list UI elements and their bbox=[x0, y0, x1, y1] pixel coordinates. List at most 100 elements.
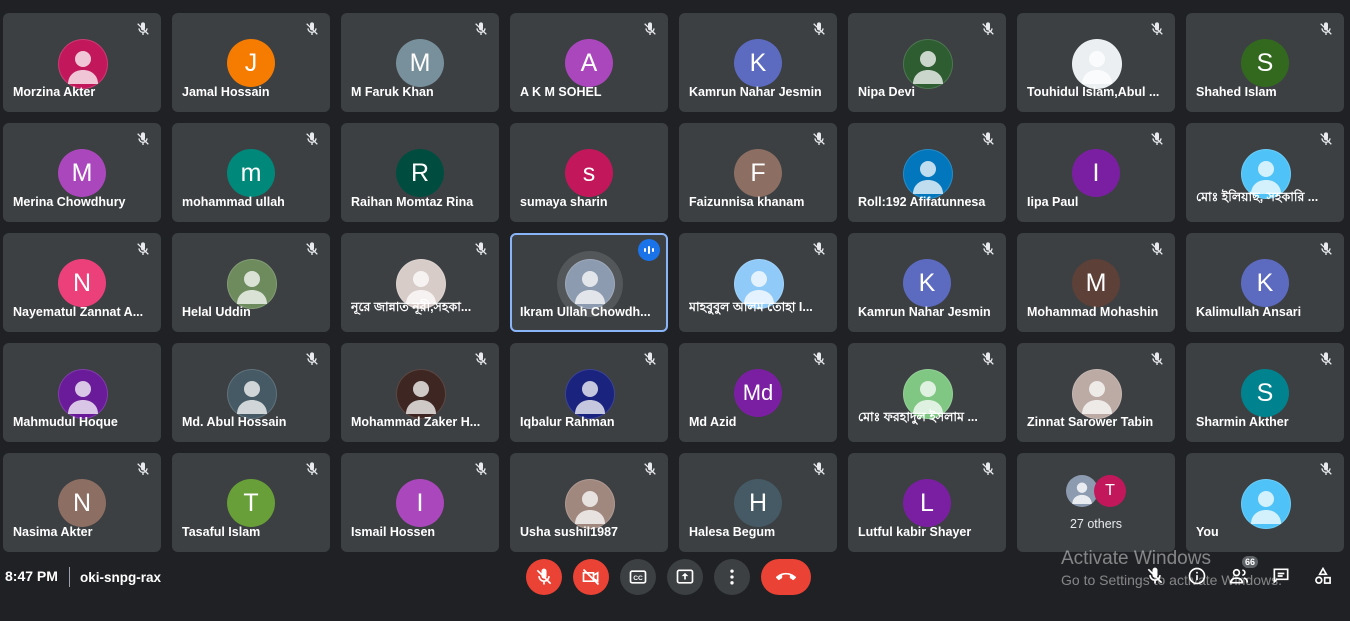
participant-tile[interactable]: S Sharmin Akther bbox=[1186, 343, 1344, 442]
participant-tile[interactable]: Usha sushil1987 bbox=[510, 453, 668, 552]
participant-tile[interactable]: s sumaya sharin bbox=[510, 123, 668, 222]
mic-off-icon bbox=[809, 239, 829, 259]
participant-name: Kamrun Nahar Jesmin bbox=[858, 305, 991, 319]
mic-off-icon bbox=[640, 349, 660, 369]
avatar: L bbox=[903, 479, 951, 527]
mic-off-icon bbox=[1316, 19, 1336, 39]
participant-tile[interactable]: H Halesa Begum bbox=[679, 453, 837, 552]
participant-tile[interactable]: MM Faruk Khan bbox=[341, 13, 499, 112]
avatar: K bbox=[903, 259, 951, 307]
participant-tile[interactable]: L Lutful kabir Shayer bbox=[848, 453, 1006, 552]
participant-tile[interactable]: মোঃ ইলিয়াছ, সহকারি ... bbox=[1186, 123, 1344, 222]
participant-name: Md Azid bbox=[689, 415, 737, 429]
participant-tile[interactable]: N Nasima Akter bbox=[3, 453, 161, 552]
participant-tile[interactable]: Mahmudul Hoque bbox=[3, 343, 161, 442]
participant-tile[interactable]: K Kamrun Nahar Jesmin bbox=[679, 13, 837, 112]
avatar: S bbox=[1241, 39, 1289, 87]
audio-muted-indicator[interactable] bbox=[1144, 565, 1166, 587]
participant-name: A K M SOHEL bbox=[520, 85, 602, 99]
participant-tile[interactable]: Morzina Akter bbox=[3, 13, 161, 112]
others-tile[interactable]: T 27 others bbox=[1017, 453, 1175, 552]
more-options-button[interactable] bbox=[714, 559, 750, 595]
participant-tile[interactable]: Touhidul Islam,Abul ... bbox=[1017, 13, 1175, 112]
participant-name: Kalimullah Ansari bbox=[1196, 305, 1302, 319]
avatar: s bbox=[565, 149, 613, 197]
participant-tile[interactable]: T Tasaful Islam bbox=[172, 453, 330, 552]
camera-off-icon bbox=[582, 568, 600, 586]
avatar: R bbox=[396, 149, 444, 197]
participant-name: Kamrun Nahar Jesmin bbox=[689, 85, 822, 99]
participant-name: মোঃ ফরহাদুল ইসলাম ... bbox=[858, 410, 978, 424]
leave-call-button[interactable] bbox=[761, 559, 811, 595]
meeting-details-button[interactable] bbox=[1186, 565, 1208, 587]
mic-off-icon bbox=[640, 19, 660, 39]
participant-tile[interactable]: নূরে জান্নাত নূরী,সহকা... bbox=[341, 233, 499, 332]
participant-tile[interactable]: মাহবুবুল আলম তোহা I... bbox=[679, 233, 837, 332]
participant-tile[interactable]: Roll:192 Afifatunnesa bbox=[848, 123, 1006, 222]
participant-tile[interactable]: S Shahed Islam bbox=[1186, 13, 1344, 112]
microphone-toggle-button[interactable] bbox=[526, 559, 562, 595]
mic-off-icon bbox=[302, 19, 322, 39]
participant-name: Tasaful Islam bbox=[182, 525, 261, 539]
participant-tile[interactable]: Ikram Ullah Chowdh... bbox=[510, 233, 668, 332]
camera-toggle-button[interactable] bbox=[573, 559, 609, 595]
participant-tile[interactable]: AA K M SOHEL bbox=[510, 13, 668, 112]
participant-name: Ismail Hossen bbox=[351, 525, 436, 539]
participant-name: Sharmin Akther bbox=[1196, 415, 1289, 429]
participant-name: sumaya sharin bbox=[520, 195, 608, 209]
participant-tile[interactable]: M Merina Chowdhury bbox=[3, 123, 161, 222]
side-panel-controls: 66 bbox=[1144, 556, 1334, 587]
participant-tile[interactable]: K Kamrun Nahar Jesmin bbox=[848, 233, 1006, 332]
avatar: A bbox=[565, 39, 613, 87]
captions-button[interactable]: CC bbox=[620, 559, 656, 595]
participant-tile[interactable]: J Jamal Hossain bbox=[172, 13, 330, 112]
mic-off-icon bbox=[302, 459, 322, 479]
participant-tile[interactable]: R Raihan Momtaz Rina bbox=[341, 123, 499, 222]
participant-tile[interactable]: Iqbalur Rahman bbox=[510, 343, 668, 442]
participant-name: Md. Abul Hossain bbox=[182, 415, 287, 429]
avatar-photo bbox=[1241, 479, 1291, 529]
mic-off-icon bbox=[809, 129, 829, 149]
mic-off-icon bbox=[302, 239, 322, 259]
participant-name: Iqbalur Rahman bbox=[520, 415, 615, 429]
mic-off-icon bbox=[1316, 129, 1336, 149]
mic-off-icon bbox=[133, 129, 153, 149]
participant-tile[interactable]: Md Md Azid bbox=[679, 343, 837, 442]
shapes-icon bbox=[1315, 566, 1331, 584]
participant-tile[interactable]: You bbox=[1186, 453, 1344, 552]
participant-name: Shahed Islam bbox=[1196, 85, 1277, 99]
participant-tile[interactable]: I Ismail Hossen bbox=[341, 453, 499, 552]
mic-off-icon bbox=[133, 239, 153, 259]
participant-tile[interactable]: F Faizunnisa khanam bbox=[679, 123, 837, 222]
chat-button[interactable] bbox=[1270, 565, 1292, 587]
avatar-photo bbox=[1072, 369, 1122, 419]
participant-name: Mohammad Zaker H... bbox=[351, 415, 481, 429]
mic-off-icon bbox=[471, 19, 491, 39]
avatar: K bbox=[1241, 259, 1289, 307]
participant-name: মাহবুবুল আলম তোহা I... bbox=[689, 300, 813, 314]
activities-button[interactable] bbox=[1312, 565, 1334, 587]
participant-tile[interactable]: m mohammad ullah bbox=[172, 123, 330, 222]
present-screen-button[interactable] bbox=[667, 559, 703, 595]
meeting-code[interactable]: oki-snpg-rax bbox=[80, 570, 161, 585]
avatar: J bbox=[227, 39, 275, 87]
people-button[interactable]: 66 bbox=[1228, 556, 1258, 587]
participant-tile[interactable]: Md. Abul Hossain bbox=[172, 343, 330, 442]
mic-off-icon bbox=[1316, 239, 1336, 259]
participant-name: Merina Chowdhury bbox=[13, 195, 126, 209]
participant-tile[interactable]: K Kalimullah Ansari bbox=[1186, 233, 1344, 332]
participant-tile[interactable]: মোঃ ফরহাদুল ইসলাম ... bbox=[848, 343, 1006, 442]
participant-tile[interactable]: Helal Uddin bbox=[172, 233, 330, 332]
participant-name: Zinnat Sarower Tabin bbox=[1027, 415, 1154, 429]
mic-off-icon bbox=[1147, 19, 1167, 39]
participant-tile[interactable]: M Mohammad Mohashin bbox=[1017, 233, 1175, 332]
avatar: M bbox=[1072, 259, 1120, 307]
participant-tile[interactable]: I Iipa Paul bbox=[1017, 123, 1175, 222]
participant-tile[interactable]: Nipa Devi bbox=[848, 13, 1006, 112]
meeting-time: 8:47 PM bbox=[5, 568, 58, 584]
people-icon bbox=[1229, 568, 1249, 584]
mic-off-icon bbox=[809, 349, 829, 369]
participant-tile[interactable]: Zinnat Sarower Tabin bbox=[1017, 343, 1175, 442]
participant-tile[interactable]: N Nayematul Zannat A... bbox=[3, 233, 161, 332]
participant-tile[interactable]: Mohammad Zaker H... bbox=[341, 343, 499, 442]
